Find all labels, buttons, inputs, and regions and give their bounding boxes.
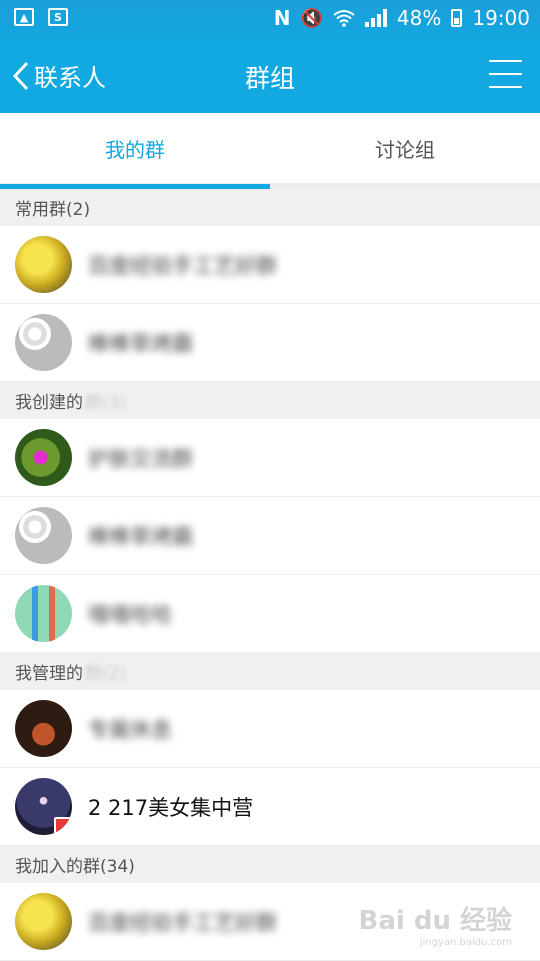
group-name: 棒棒草烤霸 xyxy=(88,521,193,551)
group-row[interactable]: 百度经验手工艺好群 xyxy=(0,226,540,304)
menu-icon[interactable] xyxy=(489,60,522,88)
section-header: 我加入的群(34) xyxy=(0,846,540,883)
section-header: 我创建的群(3) xyxy=(0,382,540,419)
group-row[interactable]: 嘻嘻哈哈 xyxy=(0,575,540,653)
tab-my-groups[interactable]: 我的群 xyxy=(0,113,270,183)
section-header: 我管理的群(2) xyxy=(0,653,540,690)
section-title: 我加入的群(34) xyxy=(15,852,135,877)
section-title: 常用群(2) xyxy=(15,195,90,220)
wifi-icon xyxy=(333,9,355,27)
battery-percent: 48% xyxy=(397,6,441,30)
status-bar: ▲ S N 🔇 48% 19:00 xyxy=(0,0,540,36)
group-avatar xyxy=(15,236,72,293)
clock: 19:00 xyxy=(472,6,530,30)
battery-icon xyxy=(451,9,462,27)
group-name: 棒棒草烤霸 xyxy=(88,328,193,358)
group-list: 常用群(2)百度经验手工艺好群棒棒草烤霸我创建的群(3)护肤交流群棒棒草烤霸嘻嘻… xyxy=(0,189,540,961)
page-title: 群组 xyxy=(0,59,540,95)
group-avatar xyxy=(15,778,72,835)
group-avatar xyxy=(15,700,72,757)
group-name: 2 217美女集中营 xyxy=(88,792,253,822)
group-row[interactable]: 棒棒草烤霸 xyxy=(0,304,540,382)
group-avatar xyxy=(15,893,72,950)
section-title-obscured: 群(2) xyxy=(85,659,126,684)
gallery-notification-icon: ▲ xyxy=(14,8,34,26)
group-name: 嘻嘻哈哈 xyxy=(88,599,172,629)
section-title: 我创建的 xyxy=(15,388,83,413)
nfc-icon: N xyxy=(274,6,291,30)
group-avatar xyxy=(15,429,72,486)
section-header: 常用群(2) xyxy=(0,189,540,226)
group-avatar xyxy=(15,585,72,642)
group-avatar xyxy=(15,314,72,371)
section-title-obscured: 群(3) xyxy=(85,388,126,413)
s-app-notification-icon: S xyxy=(48,8,68,26)
group-name: 护肤交流群 xyxy=(88,443,193,473)
group-row[interactable]: 专属休息 xyxy=(0,690,540,768)
section-title: 我管理的 xyxy=(15,659,83,684)
group-row[interactable]: 护肤交流群 xyxy=(0,419,540,497)
watermark-url: jingyan.baidu.com xyxy=(359,937,513,948)
group-name: 百度经验手工艺好群 xyxy=(88,250,277,280)
tab-bar: 我的群 讨论组 xyxy=(0,113,540,189)
group-row[interactable]: 棒棒草烤霸 xyxy=(0,497,540,575)
group-row[interactable]: 2 217美女集中营 xyxy=(0,768,540,846)
tab-discussion-groups[interactable]: 讨论组 xyxy=(270,113,540,183)
watermark-logo: Bai du 经验 xyxy=(359,906,513,936)
group-name: 百度经验手工艺好群 xyxy=(88,907,277,937)
app-bar: 联系人 群组 xyxy=(0,36,540,113)
signal-icon xyxy=(365,9,387,27)
group-name: 专属休息 xyxy=(88,714,172,744)
mute-icon: 🔇 xyxy=(300,8,322,29)
watermark: Bai du 经验 jingyan.baidu.com xyxy=(359,900,513,948)
blocked-badge-icon xyxy=(54,817,72,835)
group-avatar xyxy=(15,507,72,564)
